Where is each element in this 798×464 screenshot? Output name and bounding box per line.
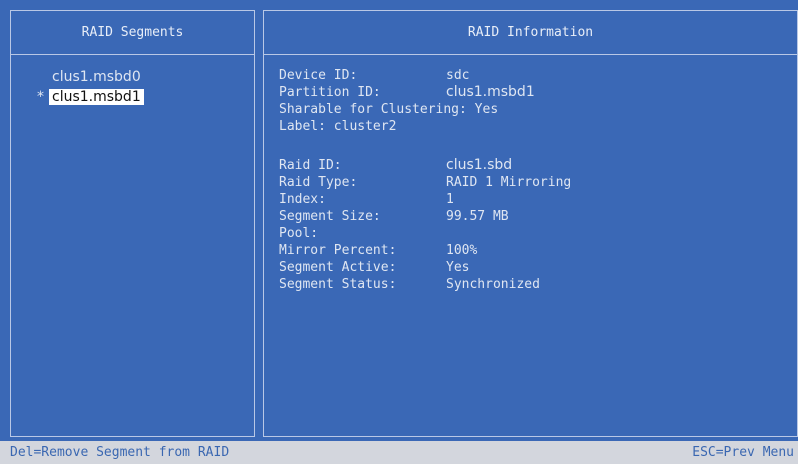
info-value: sdc xyxy=(446,68,470,83)
info-value: clus1.msbd1 xyxy=(446,84,535,100)
info-row-mirror-percent: Mirror Percent: 100% xyxy=(279,242,797,259)
info-value: Yes xyxy=(446,260,470,275)
raid-segments-title: RAID Segments xyxy=(11,11,254,55)
info-row-device-id: Device ID: sdc xyxy=(279,67,797,84)
raid-information-panel: RAID Information Device ID: sdc Partitio… xyxy=(263,10,798,437)
info-row-pool: Pool: xyxy=(279,225,797,242)
raid-segments-panel: RAID Segments clus1.msbd0 * clus1.msbd1 xyxy=(10,10,255,437)
info-row-partition-id: Partition ID: clus1.msbd1 xyxy=(279,84,797,101)
segment-label: clus1.msbd0 xyxy=(52,69,141,85)
info-key: Segment Active: xyxy=(279,260,397,275)
selection-marker: * xyxy=(37,89,44,105)
info-key: Raid ID: xyxy=(279,158,342,173)
info-value: cluster2 xyxy=(333,119,397,134)
info-row-segment-size: Segment Size: 99.57 MB xyxy=(279,208,797,225)
status-bar: Del=Remove Segment from RAID ESC=Prev Me… xyxy=(0,441,798,464)
info-row-label: Label: cluster2 xyxy=(279,118,797,135)
info-row-sharable: Sharable for Clustering: Yes xyxy=(279,101,797,118)
segment-list: clus1.msbd0 * clus1.msbd1 xyxy=(11,55,254,107)
remove-segment-hint[interactable]: Del=Remove Segment from RAID xyxy=(10,441,229,464)
info-row-segment-status: Segment Status: Synchronized xyxy=(279,276,797,293)
info-value: 100% xyxy=(446,243,478,258)
info-value: Synchronized xyxy=(446,277,540,292)
info-key: Index: xyxy=(279,192,326,207)
info-key: Device ID: xyxy=(279,68,358,83)
info-key: Segment Status: xyxy=(279,277,397,292)
raid-information-title: RAID Information xyxy=(264,11,797,55)
info-row-index: Index: 1 xyxy=(279,191,797,208)
segment-item-msbd1[interactable]: * clus1.msbd1 xyxy=(11,87,254,107)
prev-menu-hint[interactable]: ESC=Prev Menu xyxy=(692,441,794,464)
info-row-segment-active: Segment Active: Yes xyxy=(279,259,797,276)
info-key: Raid Type: xyxy=(279,175,358,190)
info-key: Segment Size: xyxy=(279,209,381,224)
info-key: Partition ID: xyxy=(279,85,381,100)
segment-label: clus1.msbd1 xyxy=(49,89,144,105)
info-row-raid-id: Raid ID: clus1.sbd xyxy=(279,157,797,174)
raid-info-body: Device ID: sdc Partition ID: clus1.msbd1… xyxy=(264,55,797,293)
info-value: 1 xyxy=(446,192,454,207)
info-value: clus1.sbd xyxy=(446,157,513,173)
info-value: Yes xyxy=(474,102,499,117)
info-value: RAID 1 Mirroring xyxy=(446,175,572,190)
info-key: Label: xyxy=(279,119,326,134)
info-value: 99.57 MB xyxy=(446,209,509,224)
info-key: Pool: xyxy=(279,226,319,241)
segment-item-msbd0[interactable]: clus1.msbd0 xyxy=(11,67,254,87)
info-row-raid-type: Raid Type: RAID 1 Mirroring xyxy=(279,174,797,191)
info-key: Sharable for Clustering: xyxy=(279,102,467,117)
info-key: Mirror Percent: xyxy=(279,243,397,258)
